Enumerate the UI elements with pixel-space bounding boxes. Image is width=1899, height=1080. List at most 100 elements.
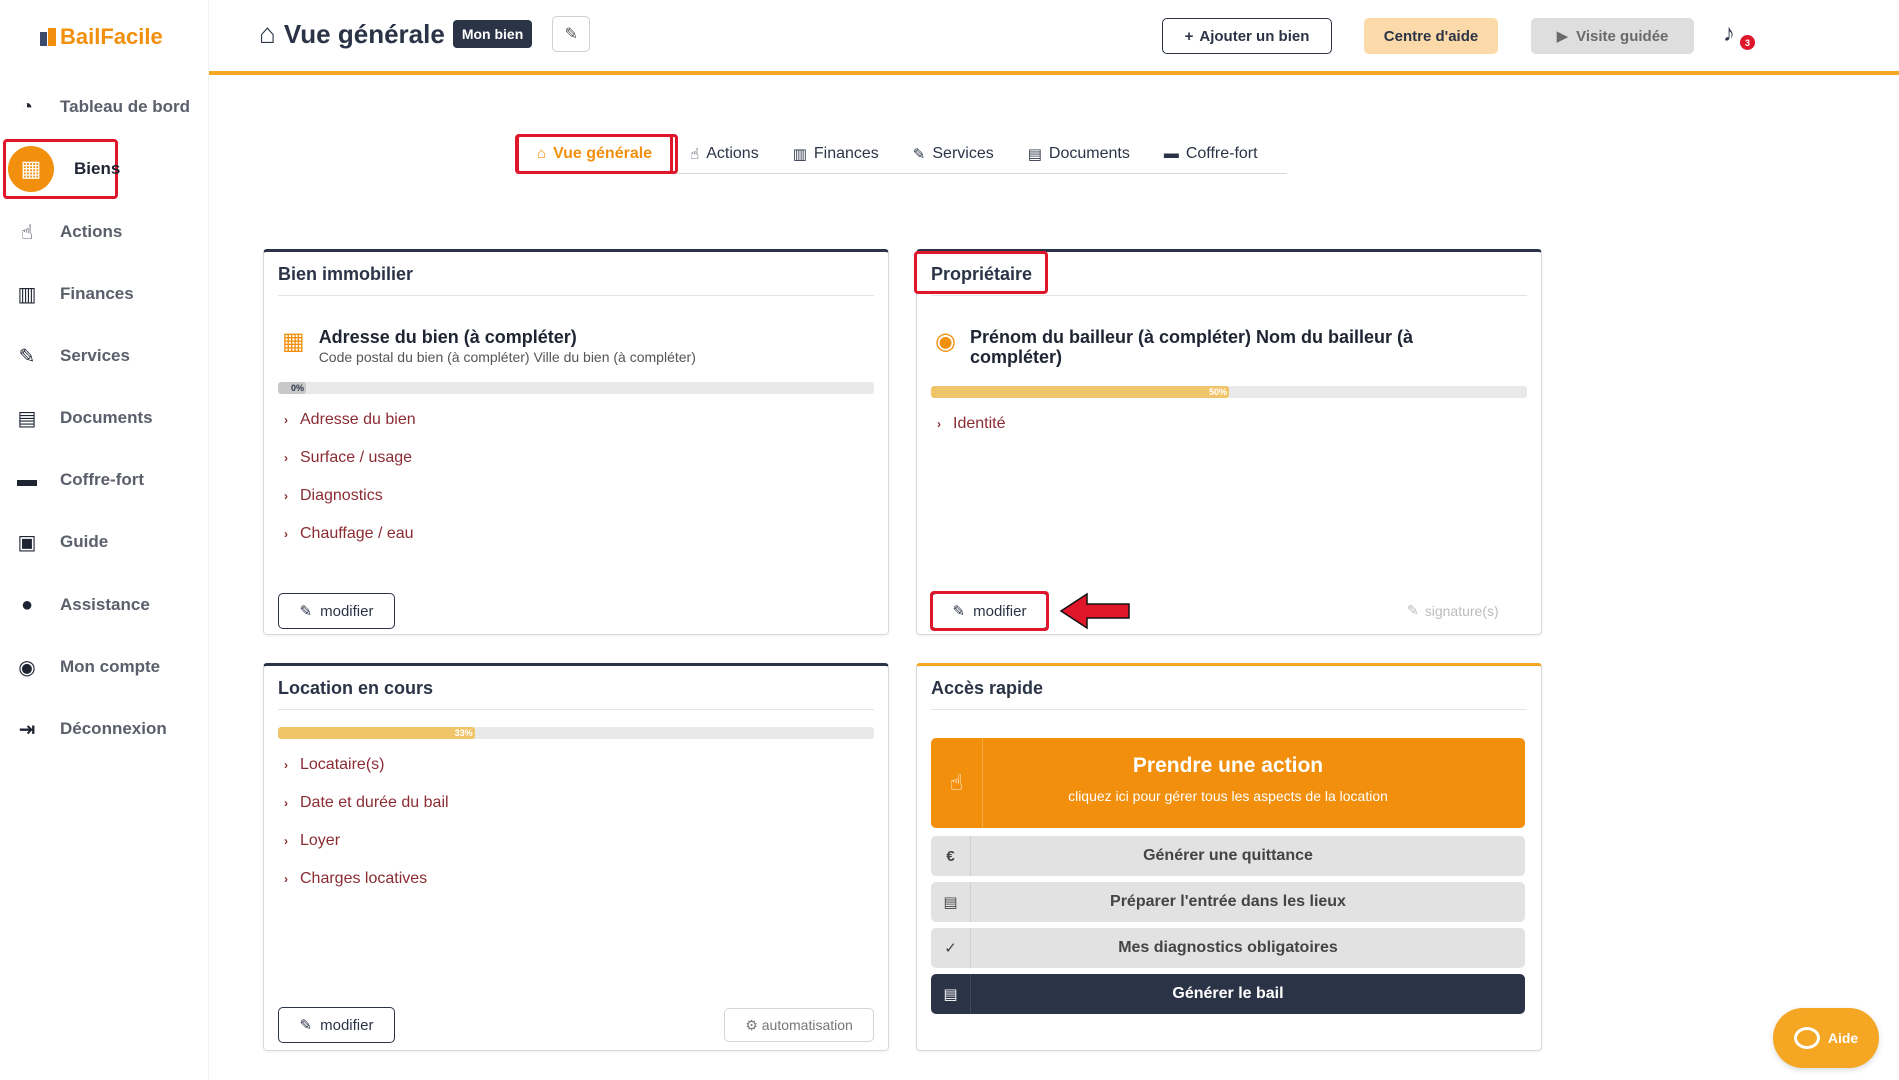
modify-lease-button[interactable]: ✎ modifier — [278, 1007, 395, 1043]
add-property-button[interactable]: + Ajouter un bien — [1162, 18, 1332, 54]
tab-highlight-box — [515, 134, 678, 174]
list-item-identite[interactable]: › Identité — [937, 405, 1005, 443]
owner-name: Prénom du bailleur (à compléter) Nom du … — [969, 327, 1414, 367]
sidebar-item-documents[interactable]: ▤ Documents — [14, 398, 194, 438]
tab-finances[interactable]: ▥ Finances — [776, 134, 896, 174]
document-icon: ▤ — [1027, 145, 1042, 163]
edit-square-icon: ✎ — [1407, 602, 1419, 618]
sidebar-item-label: Services — [60, 346, 130, 365]
tab-label: Actions — [706, 144, 759, 162]
list-item-charges[interactable]: › Charges locatives — [284, 860, 449, 898]
edit-property-name-button[interactable]: ✎ — [552, 16, 591, 52]
list-item-label: Identité — [953, 415, 1006, 432]
euro-icon: € — [931, 836, 971, 876]
hand-pointer-icon: ☝ — [690, 145, 700, 163]
lease-progress-bar: 33% — [278, 727, 874, 739]
modify-label: modifier — [320, 1016, 374, 1034]
list-item-label: Diagnostics — [300, 487, 383, 504]
tab-coffre-fort[interactable]: ▬ Coffre-fort — [1147, 134, 1275, 174]
card-title: Accès rapide — [931, 678, 1527, 710]
help-center-label: Centre d'aide — [1383, 27, 1479, 45]
progress-fill: 33% — [278, 727, 475, 739]
card-title: Bien immobilier — [278, 264, 874, 296]
sidebar-item-assistance[interactable]: ● Assistance — [14, 585, 194, 625]
notifications-bell-icon[interactable]: ♪ 3 — [1723, 20, 1755, 50]
lease-sections-list: › Locataire(s) › Date et durée du bail › Lo… — [284, 746, 449, 898]
bar-chart-icon: ▥ — [17, 283, 37, 306]
sidebar-item-label: Mon compte — [60, 657, 161, 676]
list-item-loyer[interactable]: › Loyer — [284, 822, 449, 860]
sidebar-item-coffre-fort[interactable]: ▬ Coffre-fort — [14, 460, 194, 500]
tab-label: Finances — [813, 144, 879, 162]
tab-documents[interactable]: ▤ Documents — [1011, 134, 1147, 174]
tab-services[interactable]: ✎ Services — [896, 134, 1011, 174]
brand-name: BailFacile — [60, 24, 163, 49]
sidebar-item-finances[interactable]: ▥ Finances — [14, 274, 194, 314]
floating-help-button[interactable]: Aide — [1773, 1008, 1879, 1068]
chat-bubble-icon — [1793, 1027, 1820, 1049]
sidebar-item-deconnexion[interactable]: ⇥ Déconnexion — [14, 709, 194, 749]
brand-logo[interactable]: BailFacile — [40, 24, 163, 50]
prepare-move-in-button[interactable]: ▤ Préparer l'entrée dans les lieux — [931, 882, 1525, 922]
play-icon: ▶ — [1556, 28, 1569, 45]
take-action-subtitle: cliquez ici pour gérer tous les aspects … — [1068, 788, 1388, 804]
list-item-diagnostics[interactable]: › Diagnostics — [284, 477, 416, 515]
sidebar-item-biens[interactable]: ▦ Biens — [8, 146, 194, 192]
user-icon: ◉ — [18, 656, 36, 679]
chevron-right-icon: › — [284, 872, 288, 886]
tab-actions[interactable]: ☝ Actions — [673, 134, 776, 174]
book-icon: ▣ — [17, 531, 37, 554]
floating-help-label: Aide — [1827, 1030, 1859, 1046]
signature-link[interactable]: ✎ signature(s) — [1407, 602, 1499, 619]
list-item-locataires[interactable]: › Locataire(s) — [284, 746, 449, 784]
take-action-button[interactable]: ☝ Prendre une action cliquez ici pour gé… — [931, 738, 1525, 828]
list-item-label: Locataire(s) — [300, 756, 385, 773]
list-item-adresse[interactable]: › Adresse du bien — [284, 401, 416, 439]
list-item-label: Charges locatives — [300, 870, 428, 887]
chevron-right-icon: › — [284, 834, 288, 848]
modify-owner-highlight-box — [930, 591, 1049, 631]
generate-lease-label: Générer le bail — [1172, 985, 1284, 1002]
sidebar-item-guide[interactable]: ▣ Guide — [14, 522, 194, 562]
list-item-chauffage[interactable]: › Chauffage / eau — [284, 515, 416, 553]
sidebar-item-mon-compte[interactable]: ◉ Mon compte — [14, 647, 194, 687]
list-item-date-duree[interactable]: › Date et durée du bail — [284, 784, 449, 822]
sidebar-item-services[interactable]: ✎ Services — [14, 336, 194, 376]
sidebar-item-label: Biens — [74, 159, 121, 178]
chat-icon: ● — [20, 593, 34, 616]
add-property-label: Ajouter un bien — [1199, 27, 1310, 45]
chevron-right-icon: › — [284, 451, 288, 465]
generate-receipt-label: Générer une quittance — [1143, 847, 1313, 864]
list-item-label: Surface / usage — [300, 449, 413, 466]
list-item-surface[interactable]: › Surface / usage — [284, 439, 416, 477]
quick-access-card: Accès rapide ☝ Prendre une action clique… — [916, 663, 1542, 1051]
generate-lease-button[interactable]: ▤ Générer le bail — [931, 974, 1525, 1014]
pencil-icon: ✎ — [299, 1017, 313, 1034]
building-logo-icon — [40, 28, 56, 46]
sidebar-item-tableau-de-bord[interactable]: ◔ Tableau de bord — [14, 87, 194, 127]
modify-property-button[interactable]: ✎ modifier — [278, 593, 395, 629]
guided-tour-button[interactable]: ▶ Visite guidée — [1531, 18, 1694, 54]
property-card: Bien immobilier ▦ Adresse du bien (à com… — [263, 249, 889, 635]
sidebar-item-label: Guide — [60, 532, 109, 551]
owner-name-block: ◉ Prénom du bailleur (à compléter) Nom d… — [935, 327, 1431, 367]
property-badge: Mon bien — [452, 20, 533, 48]
sidebar-item-actions[interactable]: ☝ Actions — [14, 212, 194, 252]
lease-card: Location en cours 33% › Locataire(s) › Dat… — [263, 663, 889, 1051]
owner-progress-bar: 50% — [931, 386, 1527, 398]
signature-label: signature(s) — [1424, 602, 1499, 619]
owner-card: Propriétaire ◉ Prénom du bailleur (à com… — [916, 249, 1542, 635]
page-title-group: ⌂ Vue générale Mon bien ✎ — [259, 16, 591, 52]
building-icon: ▦ — [282, 328, 305, 355]
house-icon: ⌂ — [259, 18, 276, 49]
tab-label: Coffre-fort — [1185, 144, 1258, 162]
user-icon: ◉ — [935, 328, 956, 355]
mandatory-diagnostics-button[interactable]: ✓ Mes diagnostics obligatoires — [931, 928, 1525, 968]
take-action-title: Prendre une action — [1132, 754, 1324, 777]
chevron-right-icon: › — [284, 489, 288, 503]
sidebar-item-label: Déconnexion — [60, 719, 167, 738]
help-center-button[interactable]: Centre d'aide — [1364, 18, 1498, 54]
tab-label: Services — [932, 144, 994, 162]
generate-receipt-button[interactable]: € Générer une quittance — [931, 836, 1525, 876]
automation-button[interactable]: ⚙ automatisation — [724, 1008, 874, 1042]
